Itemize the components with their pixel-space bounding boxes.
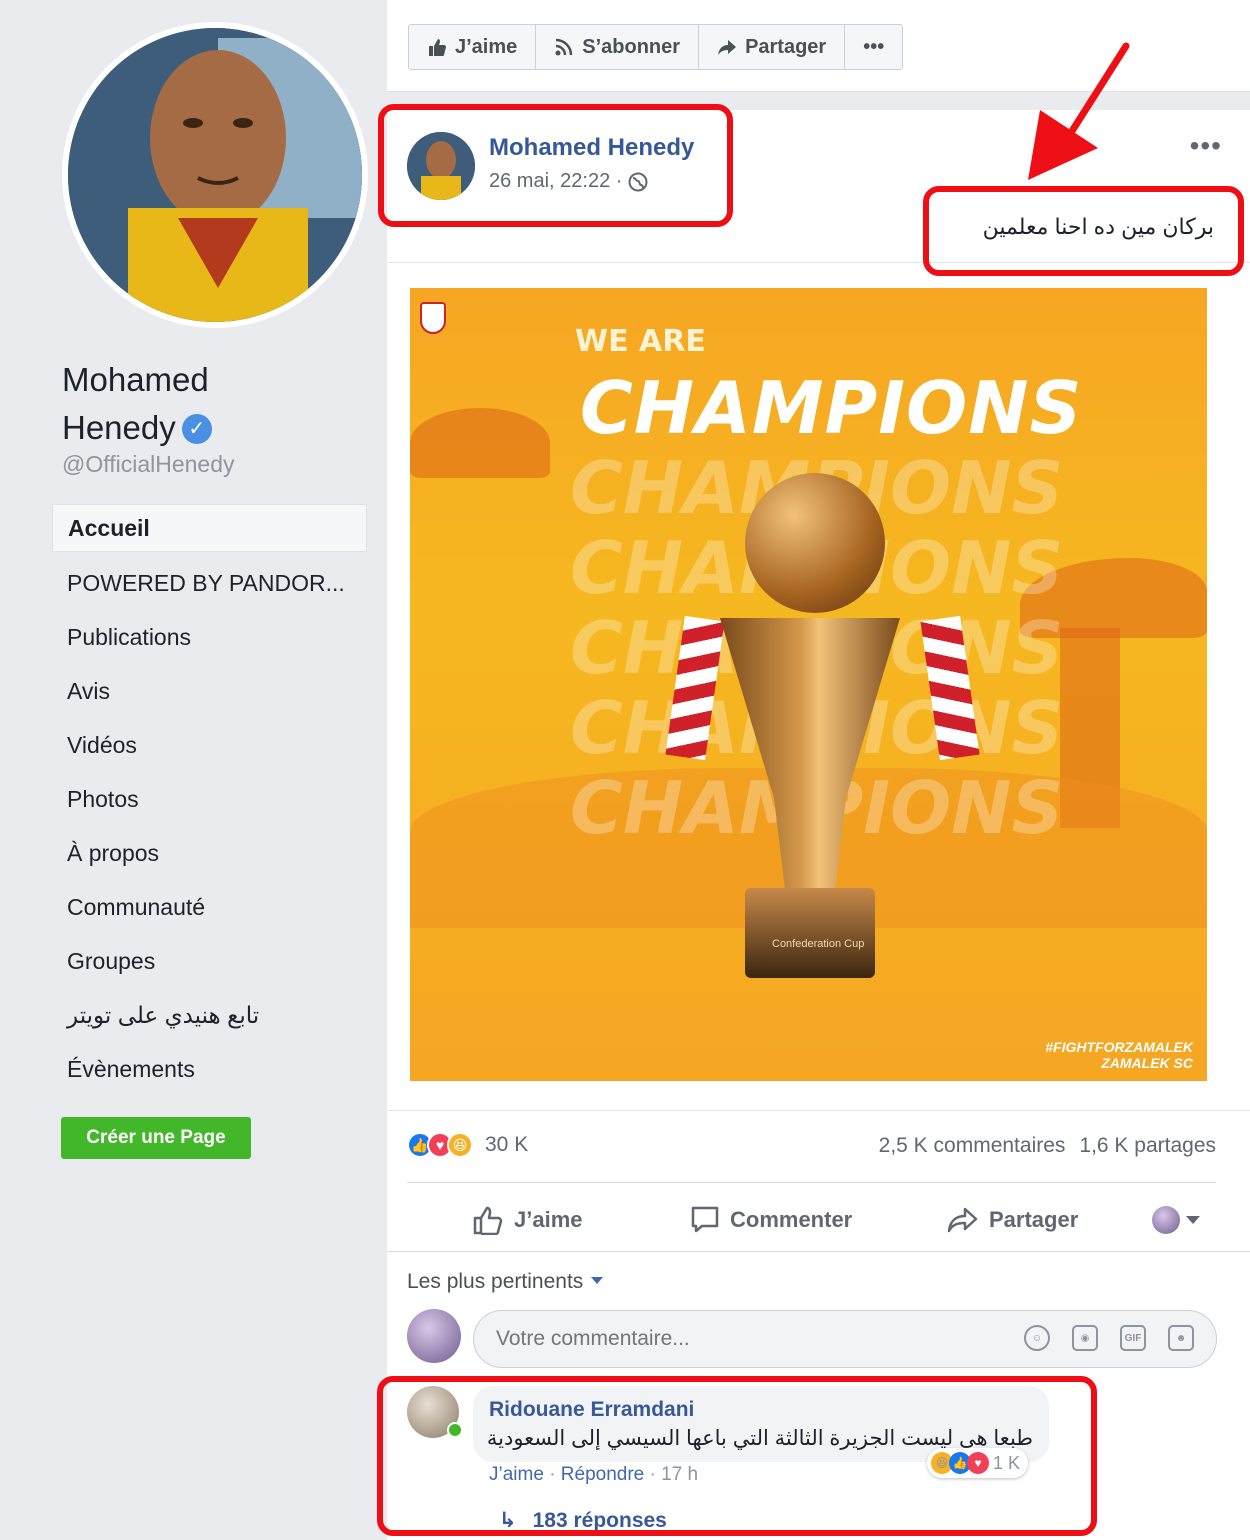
divider [387, 1251, 1250, 1252]
page-like-label: J’aime [455, 36, 518, 58]
post-actions-bar: J’aime Commenter Partager [387, 1192, 1250, 1248]
nav-item-videos[interactable]: Vidéos [52, 720, 367, 774]
page-handle: @OfficialHenedy [62, 451, 235, 477]
trophy-label: Confederation Cup [772, 938, 865, 950]
sticker-icon[interactable]: ☻ [1168, 1325, 1194, 1351]
gif-icon[interactable]: GIF [1120, 1325, 1146, 1351]
comment-button[interactable]: Commenter [690, 1205, 852, 1235]
reactions-summary[interactable]: 👍 ♥ 😆 30 K [407, 1132, 528, 1158]
post-like-button[interactable]: J’aime [472, 1205, 583, 1235]
verified-badge-icon: ✓ [181, 414, 212, 444]
post-options-button[interactable]: ••• [1190, 130, 1222, 162]
profile-picture[interactable] [62, 22, 368, 328]
annotation-arrow-icon [1028, 42, 1130, 180]
post-card: Mohamed Henedy 26 mai, 22:22 · ••• بركان… [387, 110, 1250, 1540]
nav-item-evenements[interactable]: Évènements [52, 1044, 367, 1098]
post-stats: 2,5 K commentaires 1,6 K partages [879, 1134, 1216, 1158]
share-arrow-icon [718, 40, 737, 55]
emoji-icon[interactable]: ☺ [1024, 1325, 1050, 1351]
image-we-are-text: WE ARE [575, 324, 706, 359]
camera-icon[interactable]: ◉ [1072, 1325, 1098, 1351]
haha-reaction-icon: 😆 [447, 1132, 473, 1158]
divider [407, 1182, 1216, 1183]
post-share-button[interactable]: Partager [947, 1205, 1078, 1235]
reactions-count: 30 K [485, 1133, 529, 1156]
comment-bubble-icon [691, 1206, 719, 1233]
annotation-box-comment [377, 1376, 1097, 1536]
comments-count[interactable]: 2,5 K commentaires [879, 1134, 1066, 1158]
trophy-base [745, 888, 875, 978]
nav-item-accueil[interactable]: Accueil [52, 504, 367, 552]
subscribe-label: S’abonner [582, 36, 681, 58]
page-title: Mohamed Henedy ✓ [62, 356, 362, 452]
page-share-button[interactable]: Partager [699, 25, 846, 69]
nav-item-twitter[interactable]: تابع هنيدي على تويتر [52, 990, 367, 1044]
audience-selector[interactable] [1152, 1206, 1200, 1234]
small-avatar-icon [1152, 1206, 1180, 1234]
nav-item-a-propos[interactable]: À propos [52, 828, 367, 882]
nav-item-communaute[interactable]: Communauté [52, 882, 367, 936]
comment-input[interactable] [474, 1311, 974, 1367]
left-sidebar: Mohamed Henedy ✓ @OfficialHenedy Accueil … [0, 0, 385, 1540]
post-like-label: J’aime [514, 1207, 583, 1232]
comment-input-container: ☺ ◉ GIF ☻ [473, 1310, 1217, 1368]
image-champions-text: CHAMPIONS [580, 366, 1083, 450]
comment-sort-dropdown[interactable]: Les plus pertinents [407, 1270, 604, 1294]
post-image[interactable]: WE ARE CHAMPIONS CHAMPIONS CHAMPIONS CHA… [410, 288, 1207, 1081]
page-action-buttons: J’aime S’abonner Partager ••• [408, 24, 904, 70]
comment-label: Commenter [730, 1207, 853, 1232]
annotation-box-author [378, 104, 733, 227]
page-like-button[interactable]: J’aime [409, 25, 537, 69]
nav-item-groupes[interactable]: Groupes [52, 936, 367, 990]
zamalek-logo-icon [420, 302, 446, 334]
create-page-button[interactable]: Créer une Page [61, 1117, 251, 1159]
thumbs-up-icon [429, 39, 446, 56]
caret-down-icon [591, 1277, 604, 1284]
annotation-box-text [923, 186, 1244, 276]
nav-item-publications[interactable]: Publications [52, 612, 367, 666]
post-share-label: Partager [989, 1207, 1079, 1232]
rss-icon [555, 38, 573, 56]
nav-item-photos[interactable]: Photos [52, 774, 367, 828]
image-hashtag: #FIGHTFORZAMALEK ZAMALEK SC [1045, 1039, 1193, 1071]
nav-item-avis[interactable]: Avis [52, 666, 367, 720]
divider [387, 1110, 1250, 1111]
subscribe-button[interactable]: S’abonner [536, 25, 700, 69]
thumbs-up-outline-icon [473, 1206, 503, 1235]
shares-count[interactable]: 1,6 K partages [1079, 1134, 1216, 1158]
trophy-ball [745, 473, 885, 613]
page-nav: Accueil POWERED BY PANDOR... Publication… [52, 504, 367, 1098]
current-user-avatar[interactable] [407, 1309, 461, 1363]
chevron-down-icon [1186, 1216, 1200, 1224]
nav-item-powered-by[interactable]: POWERED BY PANDOR... [52, 558, 367, 612]
page-share-label: Partager [745, 36, 827, 58]
share-arrow-outline-icon [947, 1207, 978, 1233]
page-more-button[interactable]: ••• [845, 25, 902, 69]
